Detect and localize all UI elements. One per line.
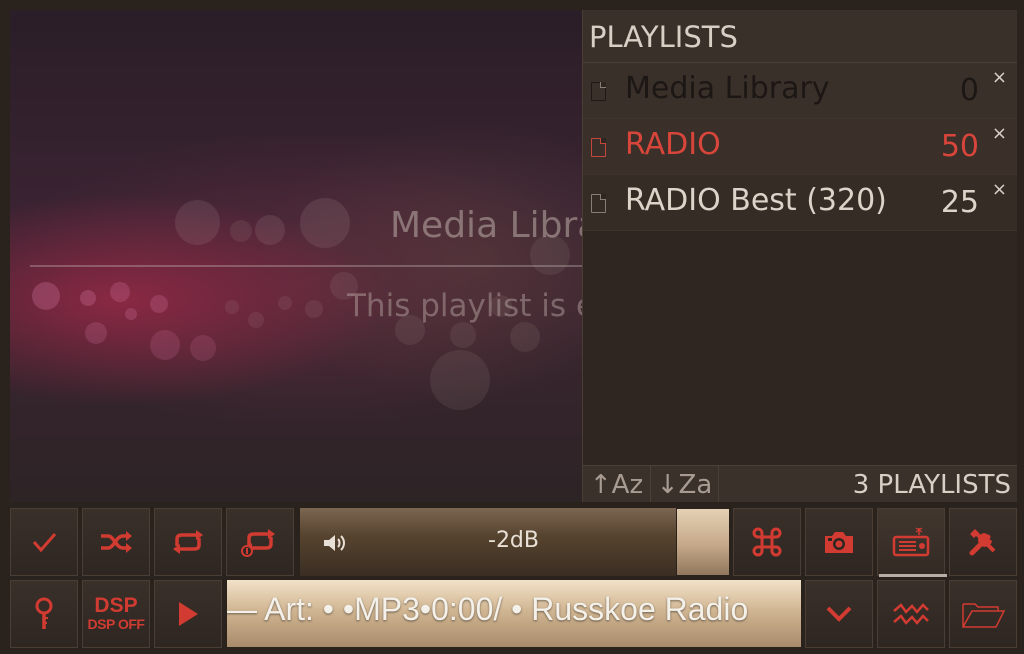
dsp-state: DSP OFF bbox=[87, 616, 145, 632]
divider bbox=[30, 265, 582, 267]
shuffle-button[interactable] bbox=[82, 508, 150, 576]
play-button[interactable] bbox=[154, 580, 222, 648]
playlists-header: PLAYLISTS bbox=[583, 10, 1017, 63]
bokeh-light bbox=[248, 312, 264, 328]
active-indicator bbox=[879, 574, 947, 577]
now-playing-ticker[interactable]: — Art: • •MP3•0:00/ • Russkoe Radio bbox=[227, 580, 801, 647]
playlist-item-radio[interactable]: RADIO 50 × bbox=[583, 119, 1017, 175]
bokeh-light bbox=[150, 295, 168, 313]
sort-descending-button[interactable]: ↓Za bbox=[651, 466, 719, 502]
bokeh-light bbox=[450, 322, 476, 348]
now-playing-text: — Art: • •MP3•0:00/ • Russkoe Radio bbox=[227, 591, 749, 627]
radio-button[interactable] bbox=[877, 508, 945, 576]
empty-playlist-message: This playlist is empty bbox=[347, 288, 582, 324]
player-window: Media Library This playlist is empty PLA… bbox=[0, 0, 1024, 654]
playlist-count: 0 bbox=[959, 73, 979, 108]
bokeh-light bbox=[225, 300, 239, 314]
playlist-item-radio-best[interactable]: RADIO Best (320) 25 × bbox=[583, 175, 1017, 231]
document-icon bbox=[591, 194, 606, 213]
command-icon bbox=[752, 527, 782, 557]
close-icon[interactable]: × bbox=[992, 179, 1007, 200]
repeat-one-button[interactable] bbox=[226, 508, 294, 576]
play-icon bbox=[179, 602, 198, 626]
equalizer-icon bbox=[893, 603, 929, 625]
settings-button[interactable] bbox=[949, 508, 1017, 576]
camera-icon bbox=[825, 532, 853, 553]
playlist-item-media-library[interactable]: Media Library 0 × bbox=[583, 63, 1017, 119]
dropdown-button[interactable] bbox=[805, 580, 873, 648]
close-icon[interactable]: × bbox=[992, 123, 1007, 144]
playlist-count: 50 bbox=[940, 129, 979, 164]
tools-icon bbox=[969, 529, 996, 556]
sort-ascending-button[interactable]: ↑Az bbox=[583, 466, 651, 502]
bokeh-light bbox=[300, 198, 350, 248]
playlist-name: RADIO bbox=[625, 127, 721, 162]
bokeh-light bbox=[230, 220, 252, 242]
bokeh-light bbox=[190, 335, 216, 361]
bokeh-light bbox=[150, 330, 180, 360]
bokeh-light bbox=[510, 322, 540, 352]
equalizer-button[interactable] bbox=[877, 580, 945, 648]
search-button[interactable] bbox=[10, 580, 78, 648]
chevron-down-icon bbox=[826, 606, 852, 622]
bokeh-light bbox=[32, 282, 60, 310]
playlists-footer: ↑Az ↓Za 3 PLAYLISTS bbox=[583, 465, 1017, 502]
bokeh-light bbox=[110, 282, 130, 302]
radio-icon bbox=[892, 527, 930, 557]
bokeh-light bbox=[305, 300, 323, 318]
volume-slider[interactable]: -2dB bbox=[300, 508, 730, 576]
bokeh-light bbox=[278, 296, 292, 310]
open-folder-button[interactable] bbox=[949, 580, 1017, 648]
playlists-count: 3 PLAYLISTS bbox=[852, 470, 1011, 500]
dsp-label: DSP bbox=[94, 594, 138, 617]
bokeh-light bbox=[255, 215, 285, 245]
check-icon bbox=[32, 533, 57, 553]
volume-slider-handle[interactable] bbox=[676, 508, 730, 576]
repeat-button[interactable] bbox=[154, 508, 222, 576]
close-icon[interactable]: × bbox=[992, 67, 1007, 88]
document-icon bbox=[591, 82, 606, 101]
bokeh-light bbox=[80, 290, 96, 306]
shuffle-icon bbox=[101, 531, 132, 553]
document-icon bbox=[591, 138, 606, 157]
playlist-name: Media Library bbox=[625, 71, 830, 106]
command-button[interactable] bbox=[733, 508, 801, 576]
speaker-icon bbox=[322, 532, 348, 558]
empty-playlist-title: Media Library bbox=[390, 205, 582, 246]
repeat-icon bbox=[173, 530, 203, 554]
select-button[interactable] bbox=[10, 508, 78, 576]
dsp-button[interactable]: DSP DSP OFF bbox=[82, 580, 150, 648]
playlist-name: RADIO Best (320) bbox=[625, 183, 887, 218]
bokeh-light bbox=[175, 200, 220, 245]
playlist-count: 25 bbox=[940, 185, 979, 220]
folder-icon bbox=[962, 603, 1006, 628]
playlist-view[interactable]: Media Library This playlist is empty bbox=[10, 10, 582, 502]
camera-button[interactable] bbox=[805, 508, 873, 576]
volume-label: -2dB bbox=[488, 528, 539, 553]
repeat-one-icon bbox=[241, 529, 275, 557]
bokeh-light bbox=[125, 308, 137, 320]
playlists-panel: PLAYLISTS Media Library 0 × RADIO 50 × R… bbox=[582, 10, 1017, 502]
bokeh-light bbox=[430, 350, 490, 410]
search-icon bbox=[35, 597, 53, 629]
bokeh-light bbox=[85, 322, 107, 344]
